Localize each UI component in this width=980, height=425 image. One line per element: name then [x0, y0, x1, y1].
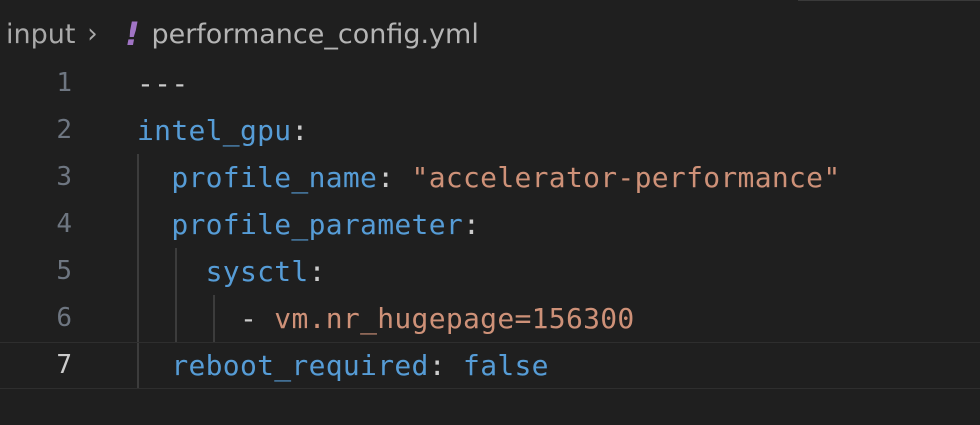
line-number: 7 — [56, 350, 72, 380]
yaml-colon: : — [308, 255, 326, 288]
line-content: reboot_required: false — [137, 342, 549, 389]
line-number: 5 — [56, 256, 72, 286]
code-editor[interactable]: 1 --- 2 intel_gpu: 3 profile_name: "acce… — [0, 60, 980, 425]
line-content: - vm.nr_hugepage=156300 — [137, 295, 635, 342]
yaml-document-start: --- — [137, 67, 189, 100]
yaml-boolean-value: false — [445, 349, 549, 382]
line-content: intel_gpu: — [137, 107, 309, 154]
line-content: profile_parameter: — [137, 201, 480, 248]
breadcrumb: input › ! performance_config.yml — [6, 12, 479, 56]
breadcrumb-file[interactable]: performance_config.yml — [151, 19, 478, 50]
code-line-4[interactable]: 4 profile_parameter: — [0, 201, 980, 248]
top-strip — [0, 0, 980, 3]
line-content: --- — [137, 60, 188, 107]
chevron-right-icon: › — [87, 18, 98, 50]
yaml-key: profile_parameter — [171, 208, 464, 241]
line-content: profile_name: "accelerator-performance" — [137, 154, 840, 201]
code-line-6[interactable]: 6 - vm.nr_hugepage=156300 — [0, 295, 980, 342]
line-number: 2 — [56, 115, 72, 145]
yaml-colon: : — [428, 349, 446, 382]
code-line-7[interactable]: 7 reboot_required: false — [0, 342, 980, 389]
line-content: sysctl: — [137, 248, 326, 295]
code-line-2[interactable]: 2 intel_gpu: — [0, 107, 980, 154]
code-line-3[interactable]: 3 profile_name: "accelerator-performance… — [0, 154, 980, 201]
yaml-string-value: vm.nr_hugepage=156300 — [274, 302, 635, 335]
code-line-1[interactable]: 1 --- — [0, 60, 980, 107]
yaml-colon: : — [291, 114, 309, 147]
line-number: 6 — [56, 303, 72, 333]
code-line-5[interactable]: 5 sysctl: — [0, 248, 980, 295]
yaml-key: intel_gpu — [137, 114, 292, 147]
line-number: 4 — [56, 209, 72, 239]
yaml-key: profile_name — [171, 161, 378, 194]
breadcrumb-folder[interactable]: input — [6, 19, 75, 50]
line-number: 1 — [56, 68, 72, 98]
yaml-key: reboot_required — [171, 349, 429, 382]
yaml-string-value: "accelerator-performance" — [394, 161, 841, 194]
top-strip-segment — [798, 0, 980, 1]
line-number: 3 — [56, 162, 72, 192]
yaml-key: sysctl — [205, 255, 309, 288]
yaml-colon: : — [377, 161, 395, 194]
yaml-colon: : — [463, 208, 481, 241]
yaml-list-dash: - — [239, 302, 275, 335]
yaml-file-icon: ! — [125, 15, 140, 53]
